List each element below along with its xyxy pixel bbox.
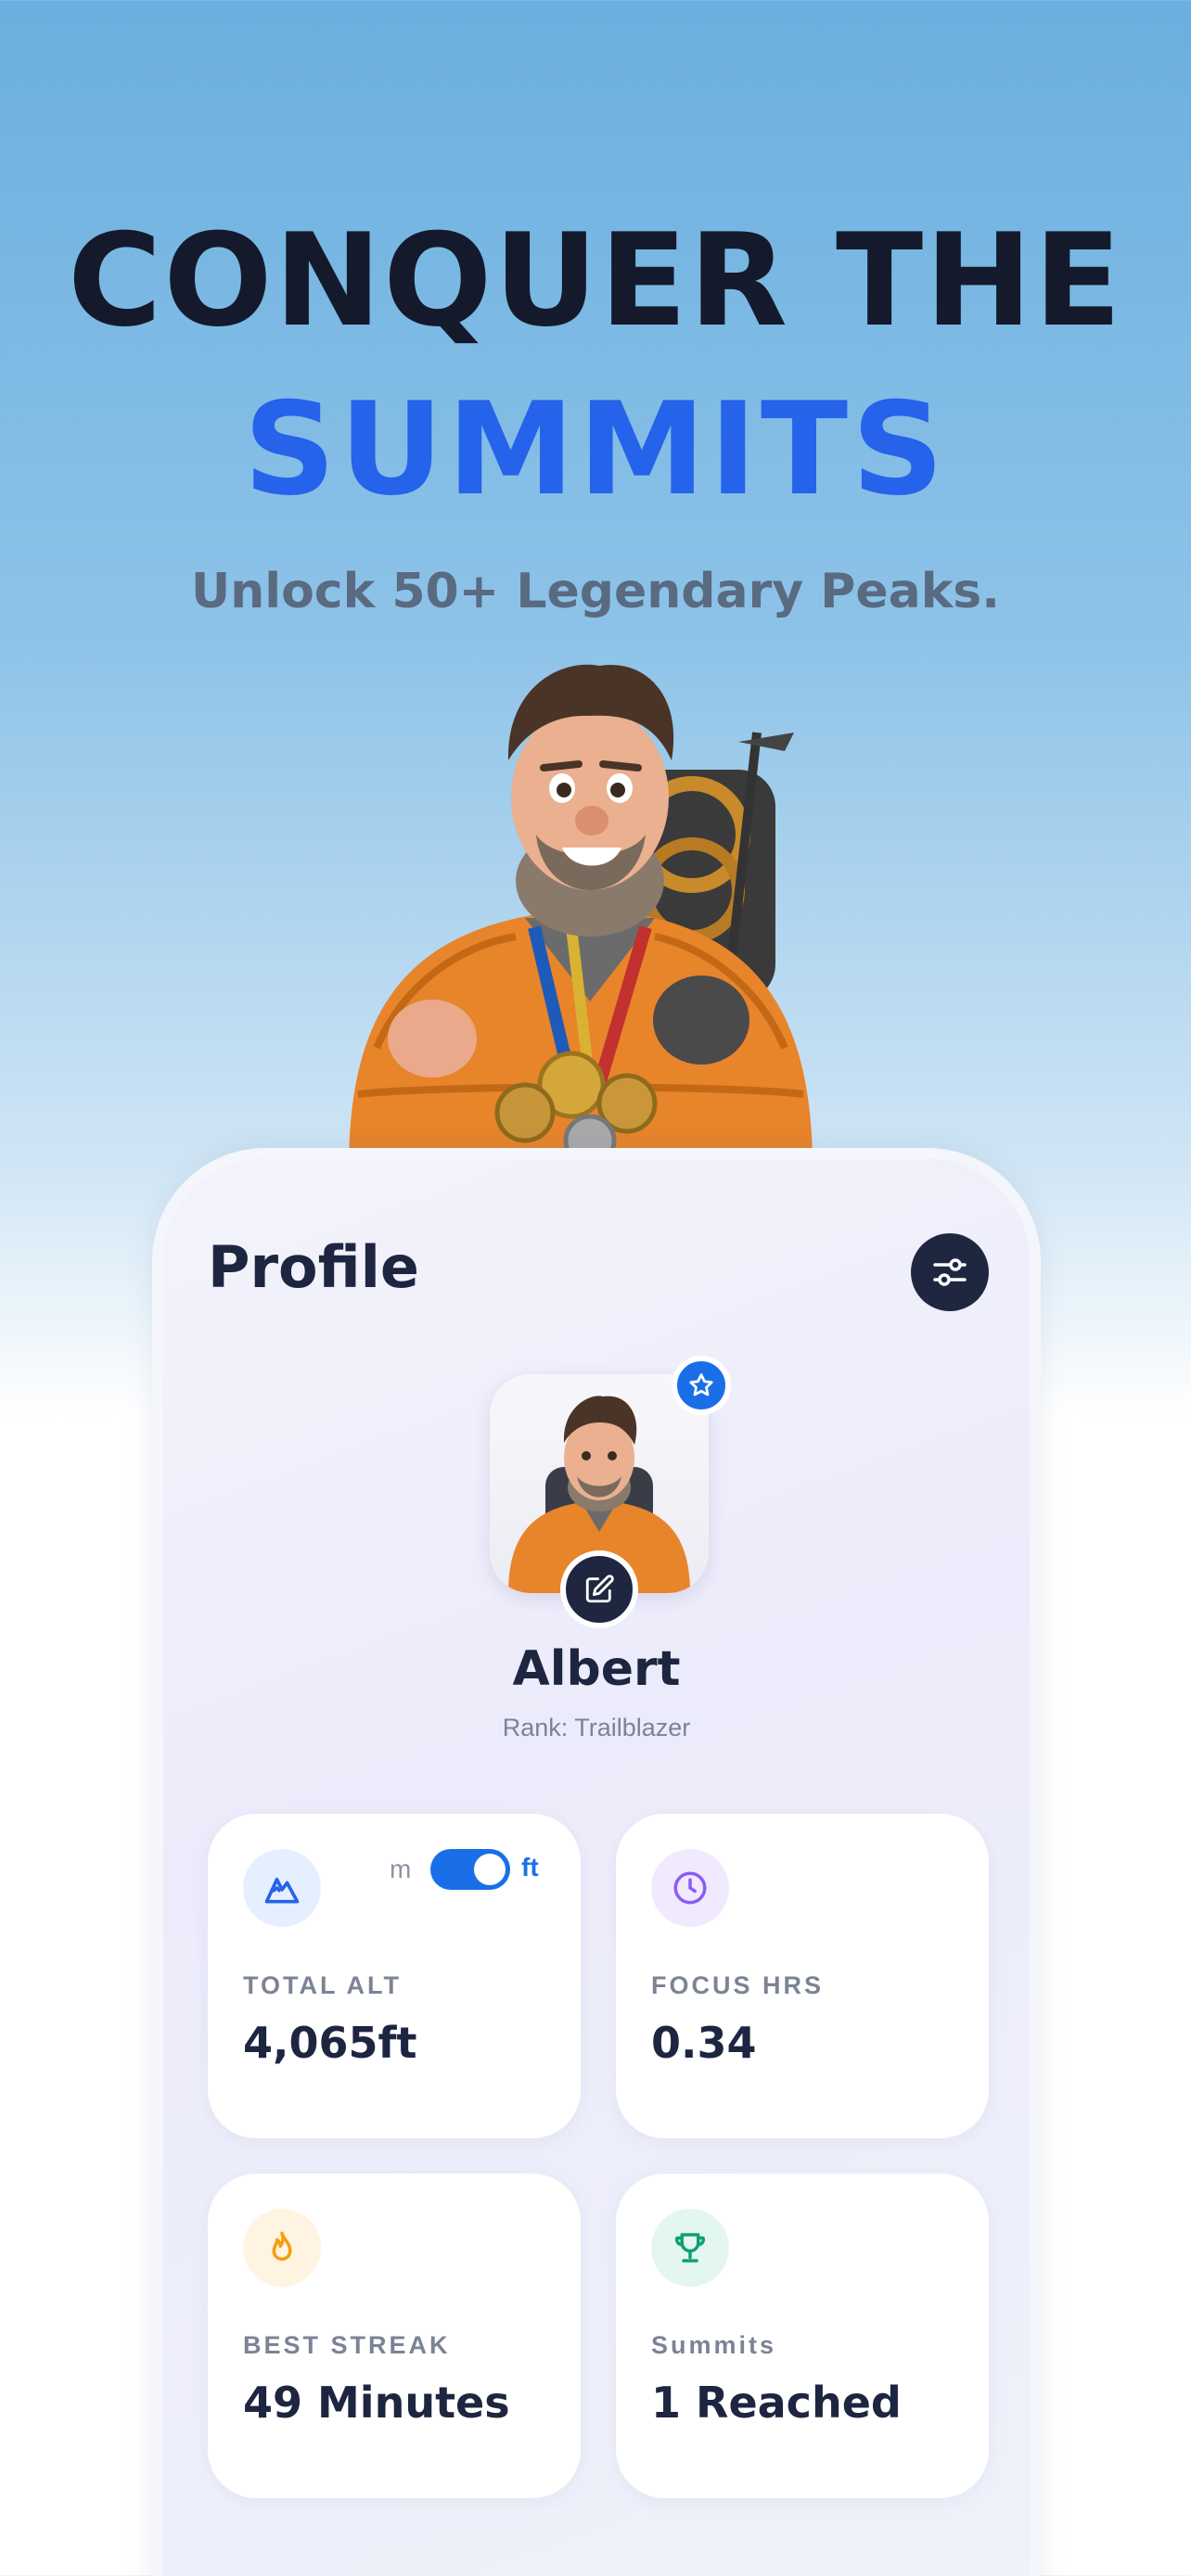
star-icon — [689, 1373, 713, 1396]
stat-card-total-alt: m ft TOTAL ALT 4,065ft — [208, 1814, 581, 2138]
headline-line-1: CONQUER THE — [68, 206, 1123, 355]
hero-subtitle: Unlock 50+ Legendary Peaks. — [191, 564, 1000, 619]
clock-icon-wrap — [651, 1849, 729, 1927]
unit-feet-label: ft — [521, 1853, 539, 1881]
stat-label: FOCUS HRS — [651, 1971, 825, 1999]
stat-label: BEST STREAK — [243, 2331, 451, 2359]
toggle-knob — [474, 1854, 506, 1885]
mountain-icon — [264, 1878, 300, 1904]
sliders-icon — [933, 1258, 967, 1286]
stat-value: 49 Minutes — [243, 2378, 510, 2428]
flame-icon — [272, 2231, 292, 2261]
mountain-icon-wrap — [243, 1849, 321, 1927]
trophy-icon-wrap — [651, 2209, 729, 2287]
unit-meters-label: m — [390, 1855, 412, 1883]
stat-value: 0.34 — [651, 2018, 757, 2068]
climber-mascot-illustration — [349, 664, 813, 1168]
stat-card-best-streak: BEST STREAK 49 Minutes — [208, 2174, 581, 2498]
unit-toggle[interactable] — [430, 1849, 510, 1890]
hero-section: CONQUER THE SUMMITS Unlock 50+ Legendary… — [0, 0, 1191, 1168]
headline-line-2: SUMMITS — [243, 375, 948, 524]
favorite-badge — [672, 1356, 731, 1415]
user-name: Albert — [512, 1641, 681, 1697]
settings-button[interactable] — [911, 1233, 989, 1311]
phone-mockup: Profile Albert Rank: Trailblazer m ft TO… — [163, 1159, 1030, 2576]
flame-icon-wrap — [243, 2209, 321, 2287]
clock-icon — [673, 1871, 707, 1905]
edit-avatar-button[interactable] — [560, 1550, 638, 1628]
page-title: Profile — [208, 1233, 419, 1301]
edit-icon — [585, 1575, 614, 1603]
stat-card-summits: Summits 1 Reached — [616, 2174, 989, 2498]
stat-value: 1 Reached — [651, 2378, 902, 2428]
trophy-icon — [674, 2233, 706, 2263]
stat-card-focus-hrs: FOCUS HRS 0.34 — [616, 1814, 989, 2138]
avatar[interactable] — [490, 1356, 731, 1628]
stat-label: TOTAL ALT — [243, 1971, 402, 1999]
stat-value: 4,065ft — [243, 2018, 417, 2068]
stat-label: Summits — [651, 2331, 777, 2359]
user-rank: Rank: Trailblazer — [502, 1714, 691, 1741]
